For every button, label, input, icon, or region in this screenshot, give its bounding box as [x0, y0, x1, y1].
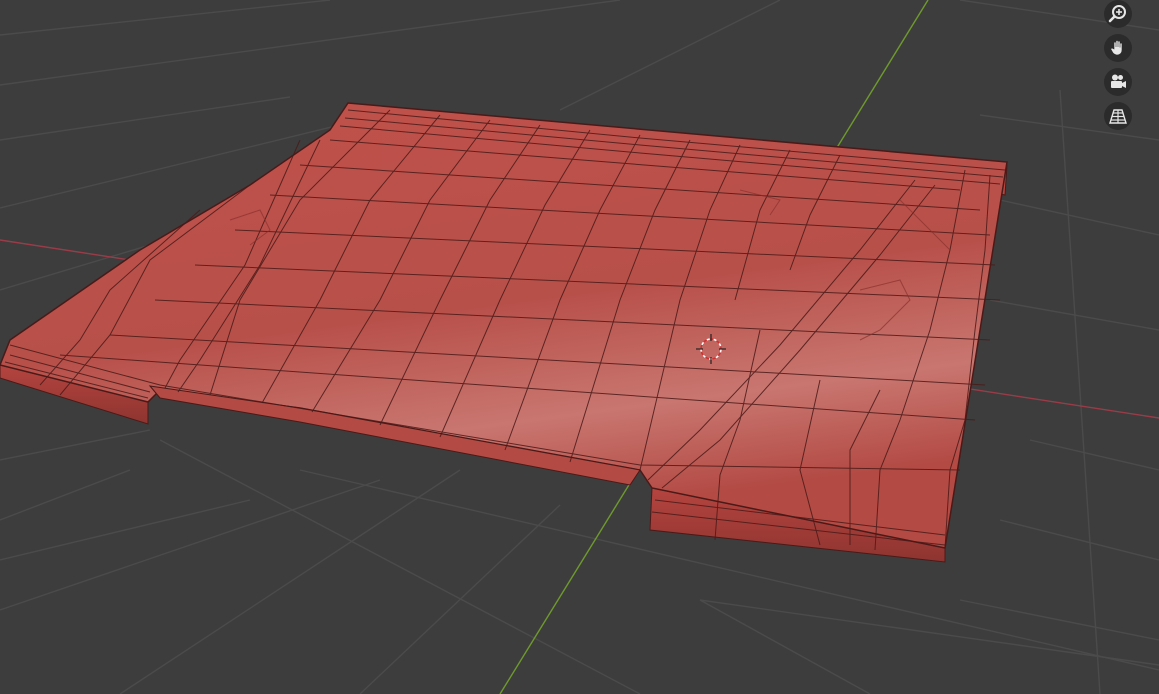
pan-button[interactable] [1104, 34, 1132, 62]
zoom-icon [1108, 5, 1126, 23]
zoom-button[interactable] [1104, 0, 1132, 28]
pan-hand-icon [1110, 40, 1123, 56]
perspective-toggle-button[interactable] [1104, 102, 1132, 130]
perspective-grid-icon [1109, 109, 1127, 124]
camera-view-icon [1111, 74, 1126, 88]
navigation-gizmo [1104, 0, 1132, 130]
mesh-object[interactable] [0, 102, 1008, 563]
3d-viewport[interactable] [0, 0, 1159, 694]
viewport-scene[interactable] [0, 0, 1159, 694]
camera-view-button[interactable] [1104, 68, 1132, 96]
